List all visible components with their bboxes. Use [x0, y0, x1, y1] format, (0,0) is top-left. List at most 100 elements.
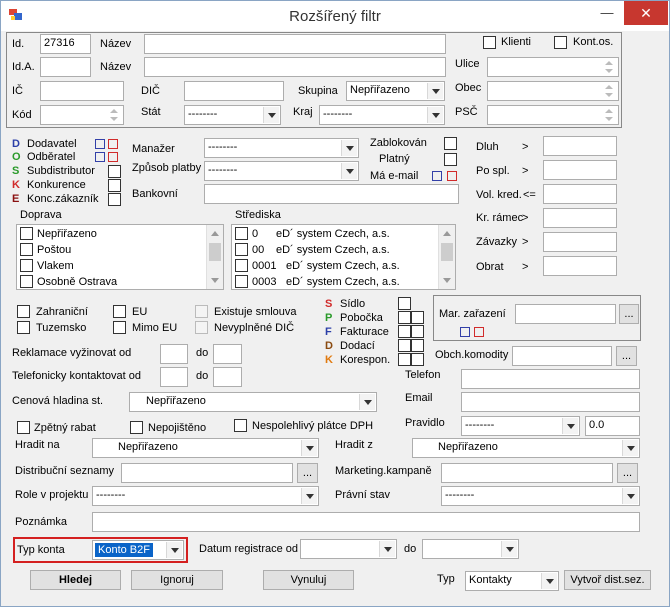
konc-zakaznik-checkbox[interactable]	[108, 193, 121, 206]
bankovni-field[interactable]	[204, 184, 459, 204]
dic-field[interactable]	[184, 81, 284, 101]
telefon-field[interactable]	[461, 369, 640, 389]
distribucni-seznamy-field[interactable]	[121, 463, 293, 483]
red-flag-icon[interactable]	[108, 139, 118, 149]
reklamace-od-field[interactable]	[160, 344, 188, 364]
dodaci-checkbox-2[interactable]	[411, 339, 424, 352]
nevyplnene-dic-checkbox[interactable]	[195, 321, 208, 334]
list-item[interactable]: 00 eD´ system Czech, a.s.	[232, 242, 455, 258]
kontos-checkbox[interactable]	[554, 36, 567, 49]
typ-konta-select[interactable]: Konto B2F	[92, 540, 184, 560]
nazev-field[interactable]	[144, 34, 446, 54]
minimize-button[interactable]: —	[594, 1, 620, 25]
ic-field[interactable]	[40, 81, 124, 101]
list-item[interactable]: Vlakem	[17, 258, 223, 274]
nepojisteno-checkbox[interactable]	[130, 421, 143, 434]
mimo-eu-checkbox[interactable]	[113, 321, 126, 334]
pravidlo-select[interactable]: --------	[461, 416, 580, 436]
checkbox[interactable]	[235, 227, 248, 240]
tuzemsko-checkbox[interactable]	[17, 321, 30, 334]
doprava-scrollbar[interactable]	[206, 225, 223, 289]
klienti-checkbox[interactable]	[483, 36, 496, 49]
zablokovan-checkbox[interactable]	[444, 137, 457, 150]
ignoruj-button[interactable]: Ignoruj	[131, 570, 223, 590]
nazev2-field[interactable]	[144, 57, 446, 77]
reklamace-do-field[interactable]	[213, 344, 242, 364]
kr-ramec-field[interactable]	[543, 208, 617, 228]
mar-zarazeni-field[interactable]	[515, 304, 616, 324]
scroll-thumb[interactable]	[209, 243, 221, 261]
checkbox[interactable]	[20, 275, 33, 288]
telefonicky-do-field[interactable]	[213, 367, 242, 387]
scroll-down-icon[interactable]	[207, 273, 223, 289]
checkbox[interactable]	[20, 227, 33, 240]
vytvor-dist-sez-button[interactable]: Vytvoř dist.sez.	[564, 570, 651, 590]
kod-field[interactable]	[40, 105, 124, 125]
dodaci-checkbox[interactable]	[398, 339, 411, 352]
hledej-button[interactable]: Hledej	[30, 570, 121, 590]
mar-zarazeni-button[interactable]: ...	[619, 304, 639, 324]
korespon-checkbox-2[interactable]	[411, 353, 424, 366]
eu-checkbox[interactable]	[113, 305, 126, 318]
checkbox[interactable]	[235, 259, 248, 272]
ulice-spin[interactable]	[602, 59, 616, 75]
fakturace-checkbox-2[interactable]	[411, 325, 424, 338]
skupina-select[interactable]: Nepřiřazeno	[346, 81, 445, 101]
list-item[interactable]: Poštou	[17, 242, 223, 258]
checkbox[interactable]	[20, 259, 33, 272]
manazer-select[interactable]: --------	[204, 138, 359, 158]
id-field[interactable]: 27316	[40, 34, 91, 54]
checkbox[interactable]	[235, 275, 248, 288]
dluh-field[interactable]	[543, 136, 617, 156]
strediska-scrollbar[interactable]	[438, 225, 455, 289]
pravni-stav-select[interactable]: --------	[441, 486, 640, 506]
scroll-thumb[interactable]	[441, 243, 453, 261]
zavazky-field[interactable]	[543, 232, 617, 252]
blue-flag-icon[interactable]	[95, 152, 105, 162]
datum-registrace-do-select[interactable]	[422, 539, 519, 559]
ulice-field[interactable]	[487, 57, 619, 77]
blue-flag-icon[interactable]	[432, 171, 442, 181]
psc-spin[interactable]	[602, 107, 616, 123]
list-item[interactable]: 0003 eD´ system Czech, a.s.	[232, 274, 455, 289]
ida-field[interactable]	[40, 57, 91, 77]
hradit-na-select[interactable]: Nepřiřazeno	[92, 438, 319, 458]
zpusob-platby-select[interactable]: --------	[204, 161, 359, 181]
psc-field[interactable]	[487, 105, 619, 125]
pravidlo-number-field[interactable]: 0.0	[585, 416, 640, 436]
red-flag-icon[interactable]	[447, 171, 457, 181]
list-item[interactable]: Osobně Ostrava	[17, 274, 223, 289]
scroll-up-icon[interactable]	[439, 225, 455, 241]
distribucni-seznamy-button[interactable]: ...	[297, 463, 318, 483]
role-v-projektu-select[interactable]: --------	[92, 486, 319, 506]
konkurence-checkbox[interactable]	[108, 179, 121, 192]
telefonicky-od-field[interactable]	[160, 367, 188, 387]
zahranicni-checkbox[interactable]	[17, 305, 30, 318]
pobocka-checkbox-2[interactable]	[411, 311, 424, 324]
kraj-select[interactable]: --------	[319, 105, 445, 125]
po-spl-field[interactable]	[543, 160, 617, 180]
list-item[interactable]: 0001 eD´ system Czech, a.s.	[232, 258, 455, 274]
cenova-hladina-select[interactable]: Nepřiřazeno	[129, 392, 377, 412]
marketing-kampane-field[interactable]	[441, 463, 613, 483]
list-item[interactable]: 0 eD´ system Czech, a.s.	[232, 226, 455, 242]
poznamka-field[interactable]	[92, 512, 640, 532]
sidlo-checkbox[interactable]	[398, 297, 411, 310]
checkbox[interactable]	[235, 243, 248, 256]
obrat-field[interactable]	[543, 256, 617, 276]
obch-komodity-button[interactable]: ...	[616, 346, 637, 366]
fakturace-checkbox[interactable]	[398, 325, 411, 338]
obch-komodity-field[interactable]	[512, 346, 612, 366]
vol-kred-field[interactable]	[543, 184, 617, 204]
scroll-down-icon[interactable]	[439, 273, 455, 289]
zpetny-rabat-checkbox[interactable]	[17, 421, 30, 434]
close-button[interactable]: ✕	[624, 1, 668, 25]
doprava-list[interactable]: Nepřiřazeno Poštou Vlakem Osobně Ostrava	[16, 224, 224, 290]
subdistributor-checkbox[interactable]	[108, 165, 121, 178]
nespolehlivy-platce-checkbox[interactable]	[234, 419, 247, 432]
blue-flag-icon[interactable]	[460, 327, 470, 337]
strediska-list[interactable]: 0 eD´ system Czech, a.s. 00 eD´ system Cze…	[231, 224, 456, 290]
pobocka-checkbox[interactable]	[398, 311, 411, 324]
scroll-up-icon[interactable]	[207, 225, 223, 241]
datum-registrace-od-select[interactable]	[300, 539, 397, 559]
